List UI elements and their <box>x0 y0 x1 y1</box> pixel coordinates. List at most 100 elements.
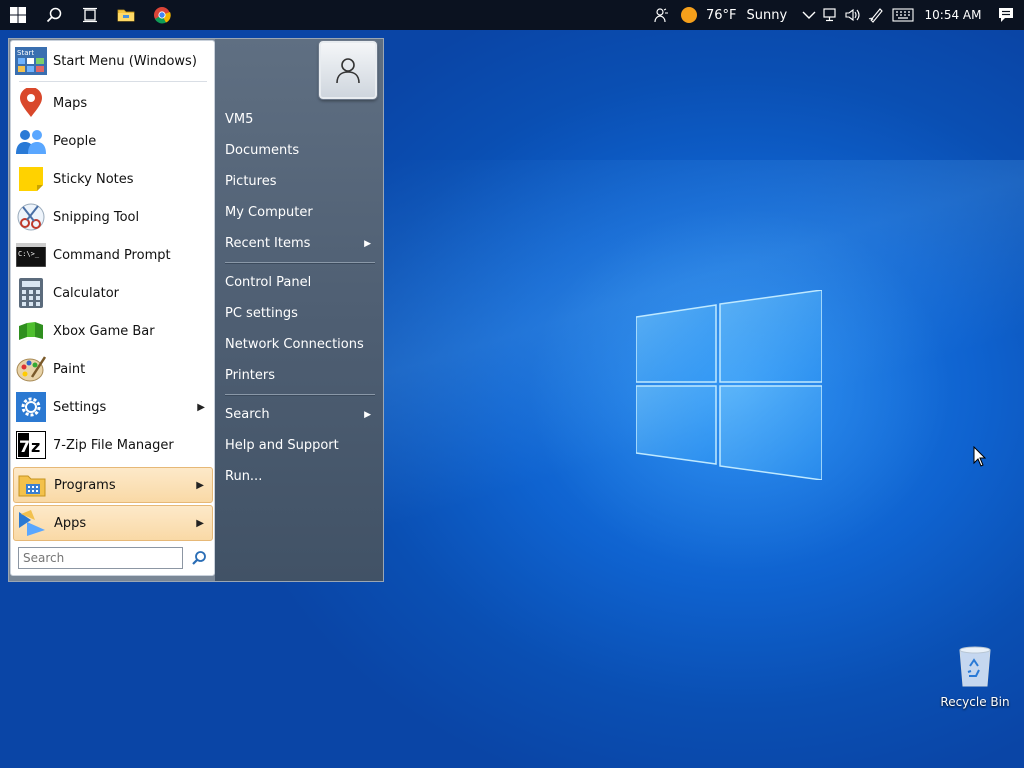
file-explorer-button[interactable] <box>108 0 144 30</box>
gear-icon <box>15 391 47 423</box>
start-menu-tiles-icon: Start <box>15 45 47 77</box>
menu-item-label: Xbox Game Bar <box>53 323 155 339</box>
svg-text:7: 7 <box>19 437 30 456</box>
touch-keyboard-button[interactable] <box>888 0 918 30</box>
right-item-pictures[interactable]: Pictures <box>225 171 375 193</box>
menu-item-label: Command Prompt <box>53 247 171 263</box>
right-item-recent-items[interactable]: Recent Items ▶ <box>225 233 375 255</box>
sun-icon <box>681 7 697 23</box>
user-avatar[interactable] <box>319 41 377 99</box>
svg-text:C:\>_: C:\>_ <box>18 250 40 258</box>
menu-item-sticky-notes[interactable]: Sticky Notes <box>13 161 213 197</box>
windows-logo-icon <box>10 7 26 23</box>
menu-item-paint[interactable]: Paint <box>13 351 213 387</box>
menu-item-xbox-game-bar[interactable]: Xbox Game Bar <box>13 313 213 349</box>
menu-item-calculator[interactable]: Calculator <box>13 275 213 311</box>
weather-temp: 76°F <box>706 7 737 23</box>
search-taskbar-button[interactable] <box>36 0 72 30</box>
recycle-bin-icon <box>959 646 991 687</box>
menu-item-label: Calculator <box>53 285 120 301</box>
right-item-run[interactable]: Run... <box>225 466 375 488</box>
show-hidden-icons-button[interactable] <box>798 0 820 30</box>
menu-item-settings[interactable]: Settings ▶ <box>13 389 213 425</box>
submenu-arrow-icon: ▶ <box>197 401 205 413</box>
people-tray-button[interactable] <box>646 0 676 30</box>
recycle-bin-shortcut[interactable]: Recycle Bin <box>938 644 1012 714</box>
svg-text:z: z <box>31 437 40 456</box>
keyboard-icon <box>892 8 914 22</box>
menu-item-command-prompt[interactable]: C:\>_ Command Prompt <box>13 237 213 273</box>
right-item-help-and-support[interactable]: Help and Support <box>225 435 375 457</box>
folder-icon <box>117 9 135 22</box>
chrome-button[interactable] <box>144 0 180 30</box>
chrome-icon <box>154 7 171 24</box>
clock[interactable]: 10:54 AM <box>918 0 988 30</box>
weather-widget-icon-wrap[interactable] <box>676 0 702 30</box>
menu-item-label: Snipping Tool <box>53 209 140 225</box>
recycle-bin-label: Recycle Bin <box>940 695 1010 709</box>
menu-item-programs[interactable]: Programs ▶ <box>13 467 213 503</box>
action-center-button[interactable] <box>988 0 1024 30</box>
pen-workspace-button[interactable] <box>864 0 888 30</box>
network-icon <box>823 8 836 22</box>
start-menu-right-pane: VM5 Documents Pictures My Computer Recen… <box>215 39 383 581</box>
task-view-button[interactable] <box>72 0 108 30</box>
menu-item-label: Settings <box>53 399 107 415</box>
start-menu-search-input[interactable] <box>18 547 183 569</box>
pen-icon <box>868 8 883 23</box>
search-icon <box>46 7 62 23</box>
right-item-user-folder[interactable]: VM5 <box>225 109 375 131</box>
system-tray: 76°F Sunny 10:54 AM <box>646 0 1024 30</box>
apps-label: Apps <box>54 515 87 531</box>
start-menu-windows-item[interactable]: Start Start Menu (Windows) <box>13 43 213 79</box>
notification-icon <box>999 8 1013 22</box>
scissors-icon <box>15 201 47 233</box>
submenu-arrow-icon: ▶ <box>196 517 204 529</box>
right-item-documents[interactable]: Documents <box>225 140 375 162</box>
taskbar: 76°F Sunny 10:54 AM <box>0 0 1024 30</box>
mouse-cursor-icon <box>973 446 987 467</box>
right-item-printers[interactable]: Printers <box>225 365 375 387</box>
right-item-pc-settings[interactable]: PC settings <box>225 303 375 325</box>
submenu-arrow-icon: ▶ <box>364 410 371 420</box>
svg-text:Start: Start <box>17 49 34 57</box>
right-item-my-computer[interactable]: My Computer <box>225 202 375 224</box>
divider <box>19 81 207 82</box>
menu-item-label: 7-Zip File Manager <box>53 437 174 453</box>
menu-item-people[interactable]: People <box>13 123 213 159</box>
divider <box>225 394 375 396</box>
right-item-network-connections[interactable]: Network Connections <box>225 334 375 356</box>
terminal-icon: C:\>_ <box>15 239 47 271</box>
start-menu: Start Start Menu (Windows) Maps People S… <box>8 38 384 582</box>
menu-item-snipping-tool[interactable]: Snipping Tool <box>13 199 213 235</box>
divider <box>225 262 375 264</box>
menu-item-apps[interactable]: Apps ▶ <box>13 505 213 541</box>
menu-item-maps[interactable]: Maps <box>13 85 213 121</box>
calculator-icon <box>15 277 47 309</box>
user-icon <box>336 58 360 84</box>
weather-condition: Sunny <box>746 7 788 23</box>
start-menu-left-pane: Start Start Menu (Windows) Maps People S… <box>10 40 215 576</box>
volume-tray-button[interactable] <box>842 0 864 30</box>
weather-widget[interactable]: 76°F Sunny <box>702 0 798 30</box>
right-item-control-panel[interactable]: Control Panel <box>225 272 375 294</box>
menu-item-label: Sticky Notes <box>53 171 134 187</box>
submenu-arrow-icon: ▶ <box>364 239 371 249</box>
search-icon[interactable] <box>191 550 207 566</box>
right-item-search[interactable]: Search ▶ <box>225 404 375 426</box>
sticky-note-icon <box>15 163 47 195</box>
chevron-down-icon <box>802 11 816 19</box>
apps-icon <box>16 507 48 539</box>
network-tray-button[interactable] <box>820 0 842 30</box>
menu-item-7zip[interactable]: 7 z 7-Zip File Manager <box>13 427 213 463</box>
7zip-icon: 7 z <box>15 429 47 461</box>
menu-item-label: Maps <box>53 95 88 111</box>
programs-folder-icon <box>16 469 48 501</box>
wallpaper-windows-logo <box>636 290 822 480</box>
menu-item-label: People <box>53 133 97 149</box>
task-view-icon <box>83 7 97 23</box>
search-label: Search <box>225 407 270 422</box>
people-icon <box>654 8 668 23</box>
menu-item-label: Paint <box>53 361 86 377</box>
start-button[interactable] <box>0 0 36 30</box>
